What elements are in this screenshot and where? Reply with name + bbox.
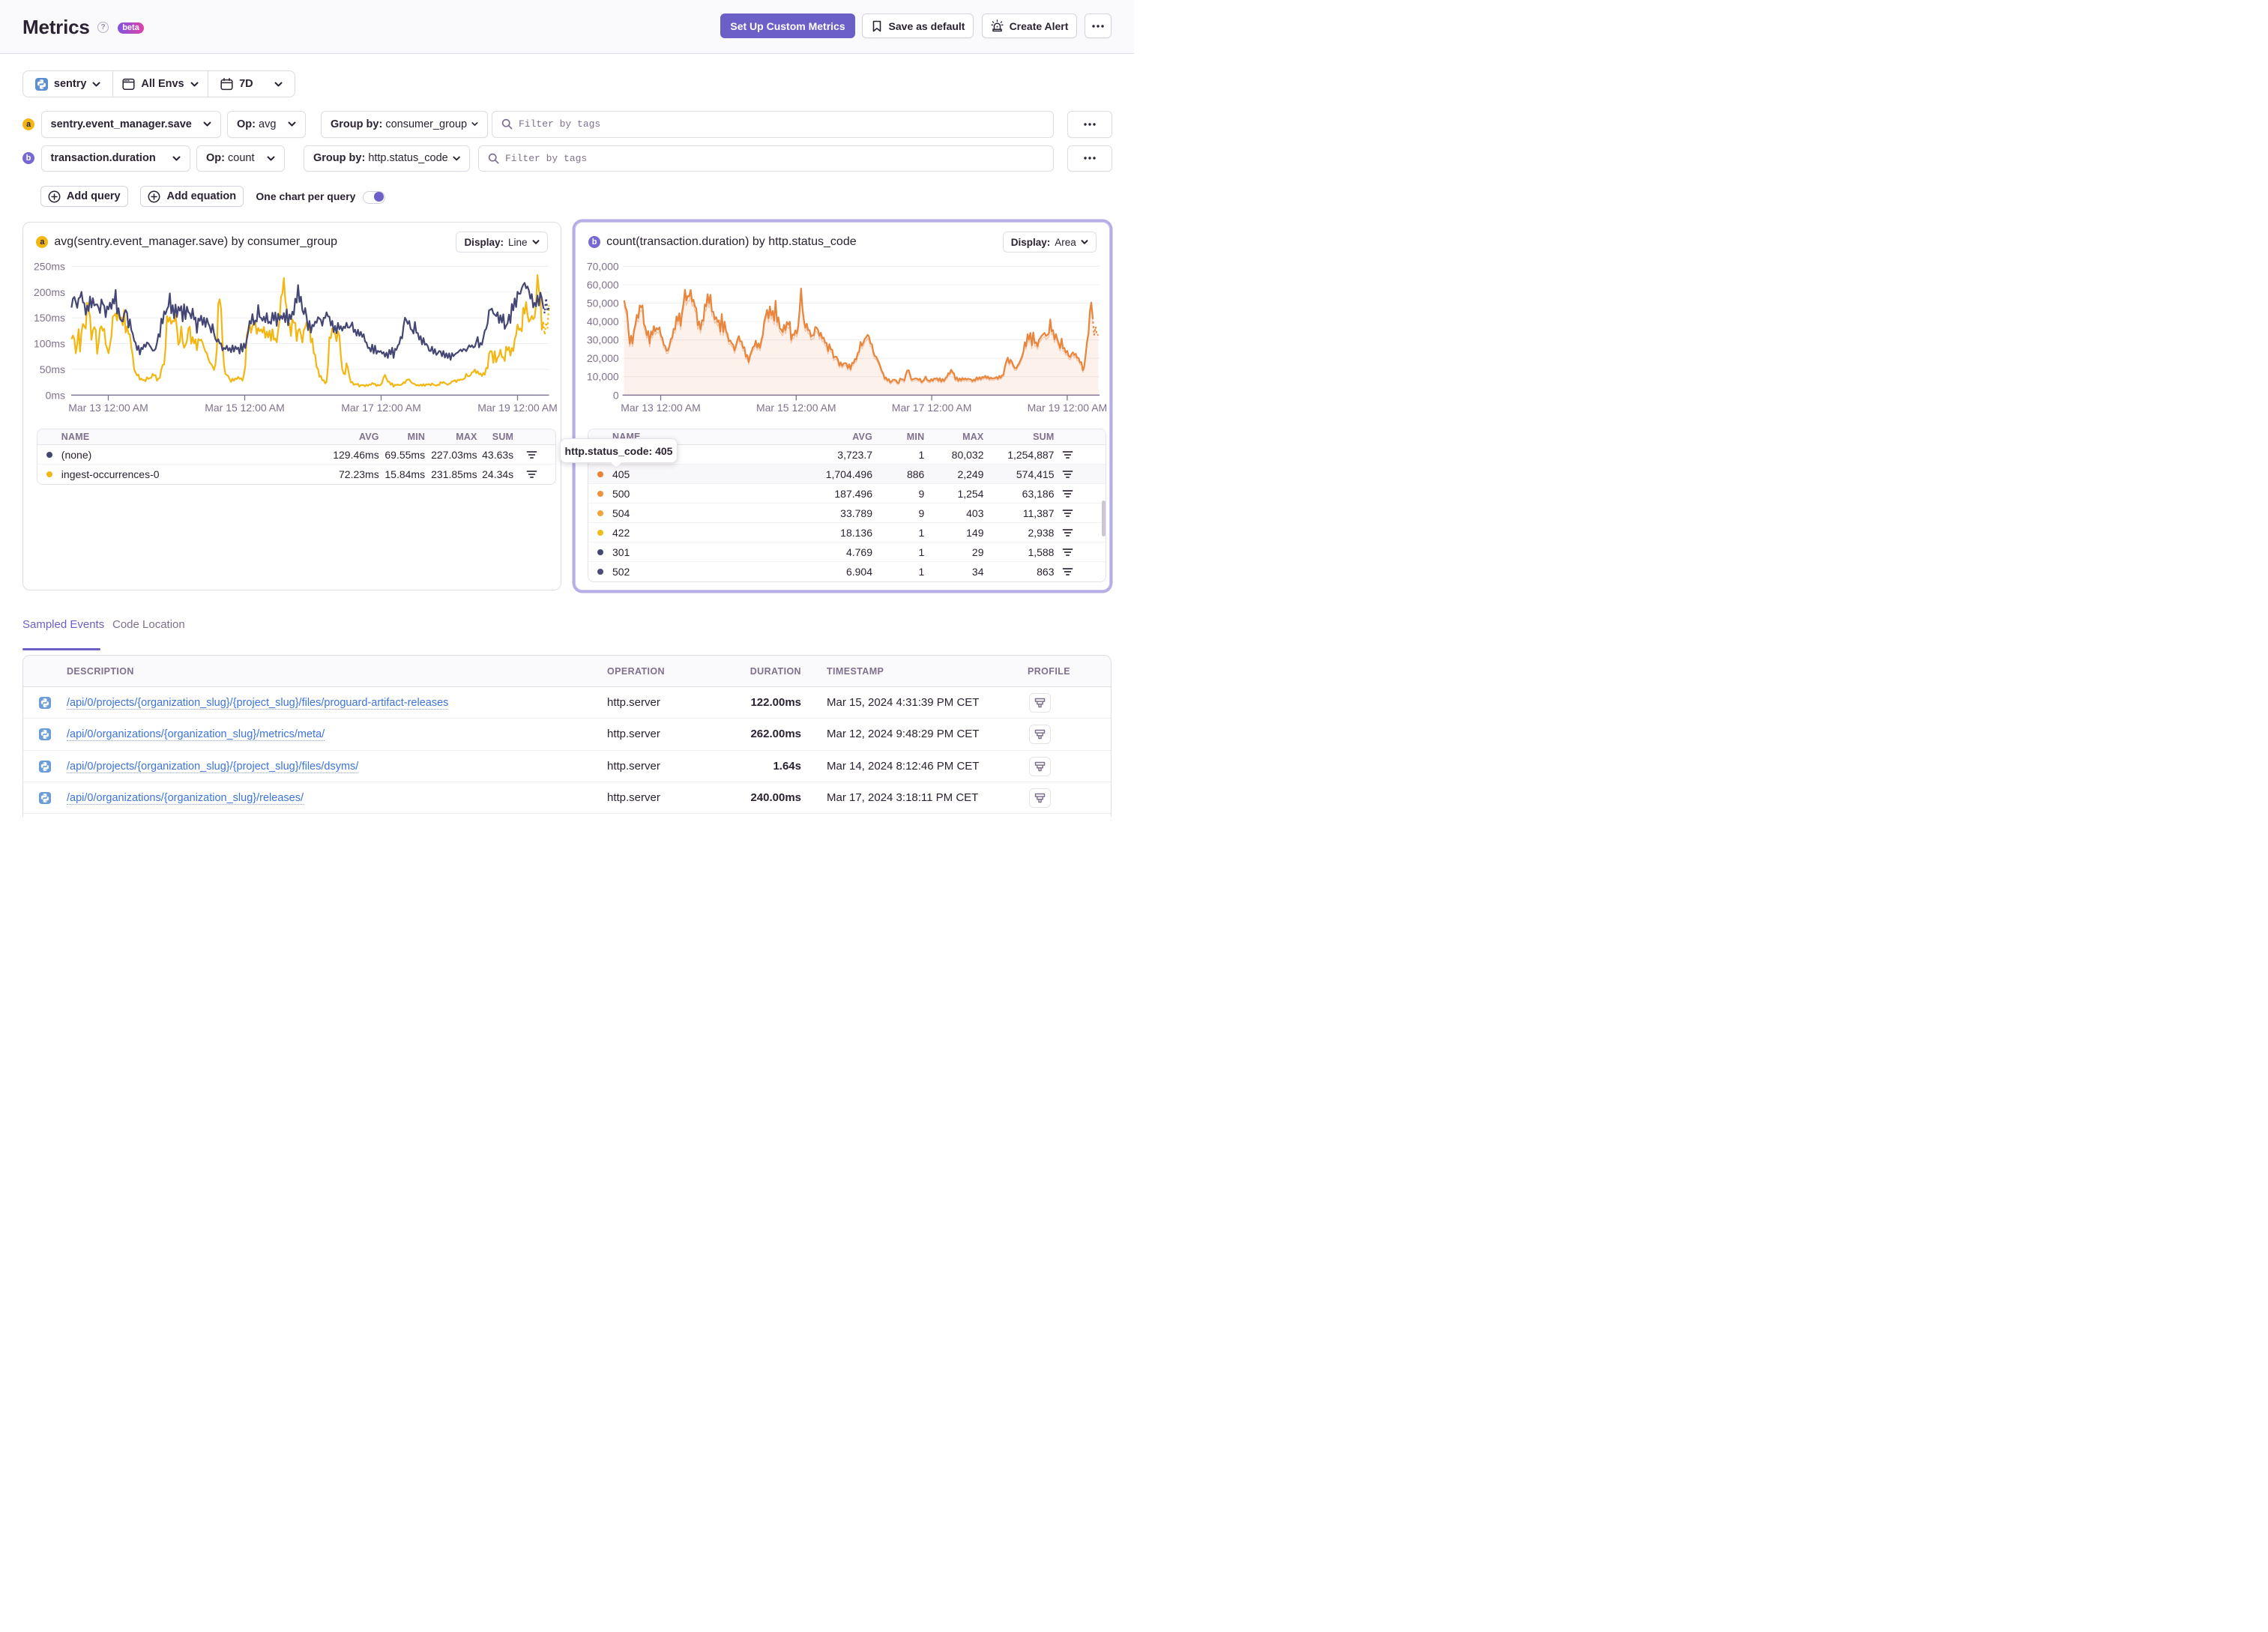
svg-text:250ms: 250ms bbox=[34, 260, 65, 272]
svg-text:150ms: 150ms bbox=[34, 312, 65, 324]
svg-text:0ms: 0ms bbox=[46, 389, 65, 401]
svg-text:20,000: 20,000 bbox=[587, 352, 619, 364]
svg-text:Mar 15 12:00 AM: Mar 15 12:00 AM bbox=[205, 402, 285, 414]
svg-text:40,000: 40,000 bbox=[587, 315, 619, 327]
svg-text:Mar 19 12:00 AM: Mar 19 12:00 AM bbox=[477, 402, 558, 414]
svg-text:10,000: 10,000 bbox=[587, 371, 619, 383]
svg-text:30,000: 30,000 bbox=[587, 334, 619, 346]
svg-text:Mar 15 12:00 AM: Mar 15 12:00 AM bbox=[756, 402, 836, 414]
svg-text:0: 0 bbox=[613, 389, 619, 401]
svg-text:Mar 17 12:00 AM: Mar 17 12:00 AM bbox=[341, 402, 421, 414]
svg-text:Mar 13 12:00 AM: Mar 13 12:00 AM bbox=[68, 402, 148, 414]
svg-text:70,000: 70,000 bbox=[587, 260, 619, 272]
svg-text:100ms: 100ms bbox=[34, 338, 65, 350]
svg-text:50,000: 50,000 bbox=[587, 297, 619, 309]
svg-text:200ms: 200ms bbox=[34, 286, 65, 298]
svg-text:60,000: 60,000 bbox=[587, 279, 619, 291]
svg-text:50ms: 50ms bbox=[40, 363, 65, 375]
svg-text:Mar 13 12:00 AM: Mar 13 12:00 AM bbox=[621, 402, 701, 414]
svg-text:Mar 19 12:00 AM: Mar 19 12:00 AM bbox=[1027, 402, 1107, 414]
svg-text:Mar 17 12:00 AM: Mar 17 12:00 AM bbox=[891, 402, 971, 414]
